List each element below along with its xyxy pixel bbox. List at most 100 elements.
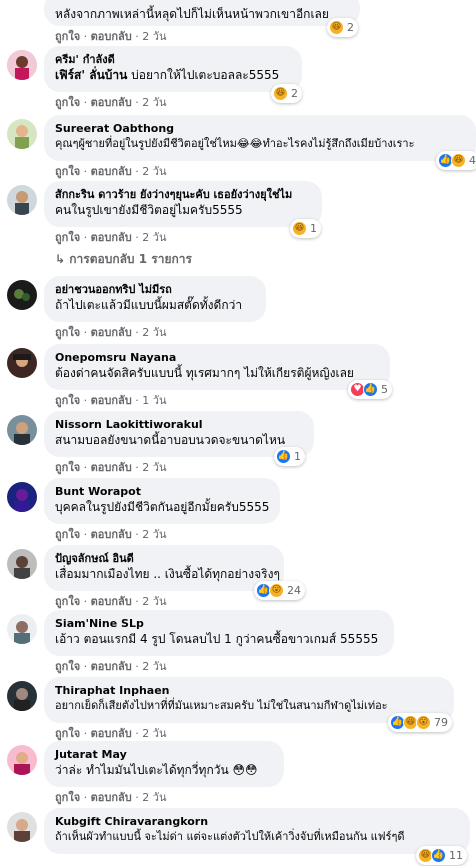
reaction-count[interactable]: ♥ 👍 5: [348, 380, 392, 399]
avatar[interactable]: [7, 280, 37, 310]
reply-link[interactable]: ตอบกลับ: [91, 595, 132, 608]
reaction-count[interactable]: 👍 😮 24: [254, 581, 305, 600]
comment-bubble: สักกะริน ดาวร้าย ยังว่างๆยุนะคับ เธอยังว…: [44, 181, 322, 227]
avatar[interactable]: [7, 812, 37, 842]
reaction-count[interactable]: 👍 1: [274, 447, 305, 466]
like-link[interactable]: ถูกใจ: [55, 96, 80, 109]
commenter-name[interactable]: Siam'Nine SLp: [55, 616, 383, 631]
reply-link[interactable]: ตอบกลับ: [91, 30, 132, 43]
comment-text: เฟิร์ส' ลั่นบ้าน บ่อยากให้ไปเตะบอลละ5555: [55, 68, 280, 82]
reaction-count[interactable]: 😆 1: [290, 219, 321, 238]
reply-link[interactable]: ตอบกลับ: [91, 326, 132, 339]
comment-actions: ถูกใจ · ตอบกลับ · 2 วัน: [55, 30, 167, 43]
comment-text: ว่าล่ะ ทำไมมันไปเตะได้ทุกวี่ทุกวัน 😳😳: [55, 763, 258, 777]
timestamp[interactable]: 2 วัน: [142, 660, 166, 673]
timestamp[interactable]: 2 วัน: [142, 326, 166, 339]
comment-actions: ถูกใจ · ตอบกลับ · 2 วัน: [55, 165, 167, 178]
like-link[interactable]: ถูกใจ: [55, 326, 80, 339]
comment-text: สนามบอลยังขนาดนี้อาบอบนวดจะขนาดไหน: [55, 433, 286, 447]
like-reaction-icon: 👍: [431, 848, 446, 863]
timestamp[interactable]: 2 วัน: [142, 30, 166, 43]
commenter-name[interactable]: Sureerat Oabthong: [55, 121, 465, 136]
reply-link[interactable]: ตอบกลับ: [91, 165, 132, 178]
comment-bubble: อย่าชวนออกทริป ไม่มีรถ ถ้าไปเตะแล้วมีแบบ…: [44, 276, 266, 322]
reply-link[interactable]: ตอบกลับ: [91, 660, 132, 673]
commenter-name[interactable]: Onepomsru Nayana: [55, 350, 379, 365]
reaction-count[interactable]: 👍 😆 4: [436, 151, 476, 170]
commenter-name[interactable]: ครีม' กำลังดี: [55, 52, 291, 67]
commenter-name[interactable]: Jutarat May: [55, 747, 273, 762]
timestamp[interactable]: 2 วัน: [142, 165, 166, 178]
like-link[interactable]: ถูกใจ: [55, 30, 80, 43]
comment-bubble: Bunt Worapot บุคคลในรูปยังมีชีวิตกันอยู่…: [44, 478, 280, 524]
commenter-name[interactable]: Thiraphat Inphaen: [55, 683, 443, 698]
commenter-name[interactable]: สักกะริน ดาวร้าย ยังว่างๆยุนะคับ เธอยังว…: [55, 187, 311, 202]
like-link[interactable]: ถูกใจ: [55, 727, 80, 740]
comment-bubble: Sureerat Oabthong คุณๆผู้ชายที่อยู่ในรูป…: [44, 115, 476, 161]
reply-link[interactable]: ตอบกลับ: [91, 394, 132, 407]
haha-icon: 😆: [273, 86, 288, 101]
timestamp[interactable]: 2 วัน: [142, 595, 166, 608]
avatar[interactable]: [7, 348, 37, 378]
like-link[interactable]: ถูกใจ: [55, 595, 80, 608]
avatar[interactable]: [7, 119, 37, 149]
comment-bubble: Jutarat May ว่าล่ะ ทำไมมันไปเตะได้ทุกวี่…: [44, 741, 284, 787]
reaction-count[interactable]: 😆 👍 11: [416, 846, 467, 865]
comment-text: ถ้าไปเตะแล้วมีแบบนี้ผมสตั๊ดทั้งดีกว่า: [55, 298, 243, 312]
haha-icon: 😆: [292, 221, 307, 236]
avatar[interactable]: [7, 681, 37, 711]
commenter-name[interactable]: Bunt Worapot: [55, 484, 269, 499]
timestamp[interactable]: 2 วัน: [142, 96, 166, 109]
timestamp[interactable]: 2 วัน: [142, 791, 166, 804]
reply-link[interactable]: ตอบกลับ: [91, 96, 132, 109]
like-link[interactable]: ถูกใจ: [55, 231, 80, 244]
avatar[interactable]: [7, 482, 37, 512]
comment-bubble: Siam'Nine SLp เอ้าว ตอนแรกมี 4 รูป โดนลบ…: [44, 610, 394, 656]
avatar[interactable]: [7, 549, 37, 579]
avatar[interactable]: [7, 185, 37, 215]
comment-actions: ถูกใจ · ตอบกลับ · 2 วัน: [55, 461, 167, 474]
like-link[interactable]: ถูกใจ: [55, 528, 80, 541]
timestamp[interactable]: 2 วัน: [142, 461, 166, 474]
like-link[interactable]: ถูกใจ: [55, 660, 80, 673]
timestamp[interactable]: 1 วัน: [142, 394, 166, 407]
comment-actions: ถูกใจ · ตอบกลับ · 2 วัน: [55, 791, 167, 804]
like-link[interactable]: ถูกใจ: [55, 165, 80, 178]
commenter-name[interactable]: Kubgift Chiravarangkorn: [55, 814, 459, 829]
reaction-count[interactable]: 😆 2: [271, 84, 302, 103]
like-link[interactable]: ถูกใจ: [55, 461, 80, 474]
avatar[interactable]: [7, 745, 37, 775]
like-link[interactable]: ถูกใจ: [55, 791, 80, 804]
reply-arrow-icon: ↳: [55, 252, 66, 266]
timestamp[interactable]: 2 วัน: [142, 231, 166, 244]
like-link[interactable]: ถูกใจ: [55, 394, 80, 407]
comment-bubble: Kubgift Chiravarangkorn ถ้าเห็นผัวทำแบบน…: [44, 808, 470, 854]
comment-text: ถ้าเห็นผัวทำแบบนี้ จะไม่ด่า แต่จะแต่งตัว…: [55, 830, 405, 843]
comment-actions: ถูกใจ · ตอบกลับ · 2 วัน: [55, 528, 167, 541]
reply-link[interactable]: ตอบกลับ: [91, 231, 132, 244]
mention-tag[interactable]: เฟิร์ส' ลั่นบ้าน: [55, 68, 127, 82]
reply-link[interactable]: ตอบกลับ: [91, 461, 132, 474]
comment-actions: ถูกใจ · ตอบกลับ · 2 วัน: [55, 326, 167, 339]
commenter-name[interactable]: อย่าชวนออกทริป ไม่มีรถ: [55, 282, 255, 297]
reaction-count[interactable]: 😆 2: [327, 18, 358, 37]
comment-text: เสื่อมมากเมืองไทย .. เงินซื้อได้ทุกอย่าง…: [55, 567, 280, 581]
avatar[interactable]: [7, 614, 37, 644]
commenter-name[interactable]: ปัญจลักษณ์ อินดี: [55, 551, 273, 566]
comment-bubble: Onepomsru Nayana ต้องด่าคนจัดสิครับแบบนี…: [44, 344, 390, 390]
timestamp[interactable]: 2 วัน: [142, 727, 166, 740]
reply-link[interactable]: ตอบกลับ: [91, 727, 132, 740]
reply-link[interactable]: ตอบกลับ: [91, 791, 132, 804]
comment-text: บุคคลในรูปยังมีชีวิตกันอยู่อีกมั้ยครับ55…: [55, 500, 270, 514]
timestamp[interactable]: 2 วัน: [142, 528, 166, 541]
avatar[interactable]: [7, 50, 37, 80]
like-reaction-icon: 👍: [276, 449, 291, 464]
reply-link[interactable]: ตอบกลับ: [91, 528, 132, 541]
commenter-name[interactable]: Nissorn Laokittiworakul: [55, 417, 303, 432]
wow-reaction-icon: 😮: [416, 715, 431, 730]
comment-actions: ถูกใจ · ตอบกลับ · 2 วัน: [55, 660, 167, 673]
reaction-count[interactable]: 👍 😆 😮 79: [388, 713, 452, 732]
comment-bubble: Nissorn Laokittiworakul สนามบอลยังขนาดนี…: [44, 411, 314, 457]
view-replies-link[interactable]: ↳ การตอบกลับ 1 รายการ: [55, 250, 192, 269]
avatar[interactable]: [7, 415, 37, 445]
